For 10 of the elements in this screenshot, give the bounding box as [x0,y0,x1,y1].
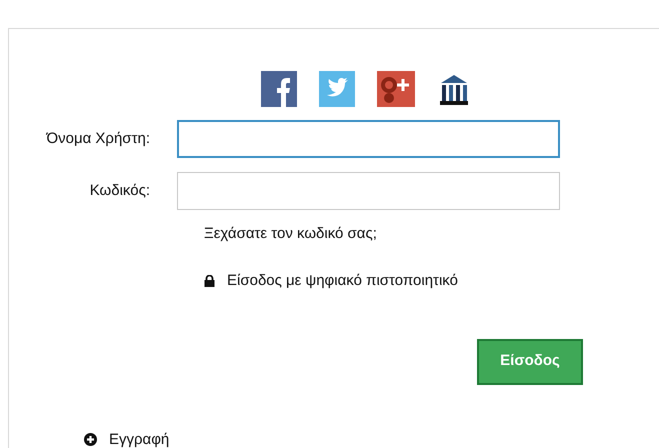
register-link[interactable]: Εγγραφή [109,428,170,448]
field-label: Κωδικός: [88,180,151,201]
input-field[interactable] [177,120,560,158]
facebook-icon[interactable] [261,71,297,107]
input-field[interactable] [177,172,560,210]
field-label: Όνομα Χρήστη: [45,128,151,149]
google-plus-icon[interactable] [377,71,415,107]
lock-icon [204,275,215,288]
forgot-password-link[interactable]: Ξεχάσατε τον κωδικό σας; [204,225,377,242]
certificate-login-link[interactable]: Είσοδος με ψηφιακό πιστοποιητικό [227,270,458,292]
